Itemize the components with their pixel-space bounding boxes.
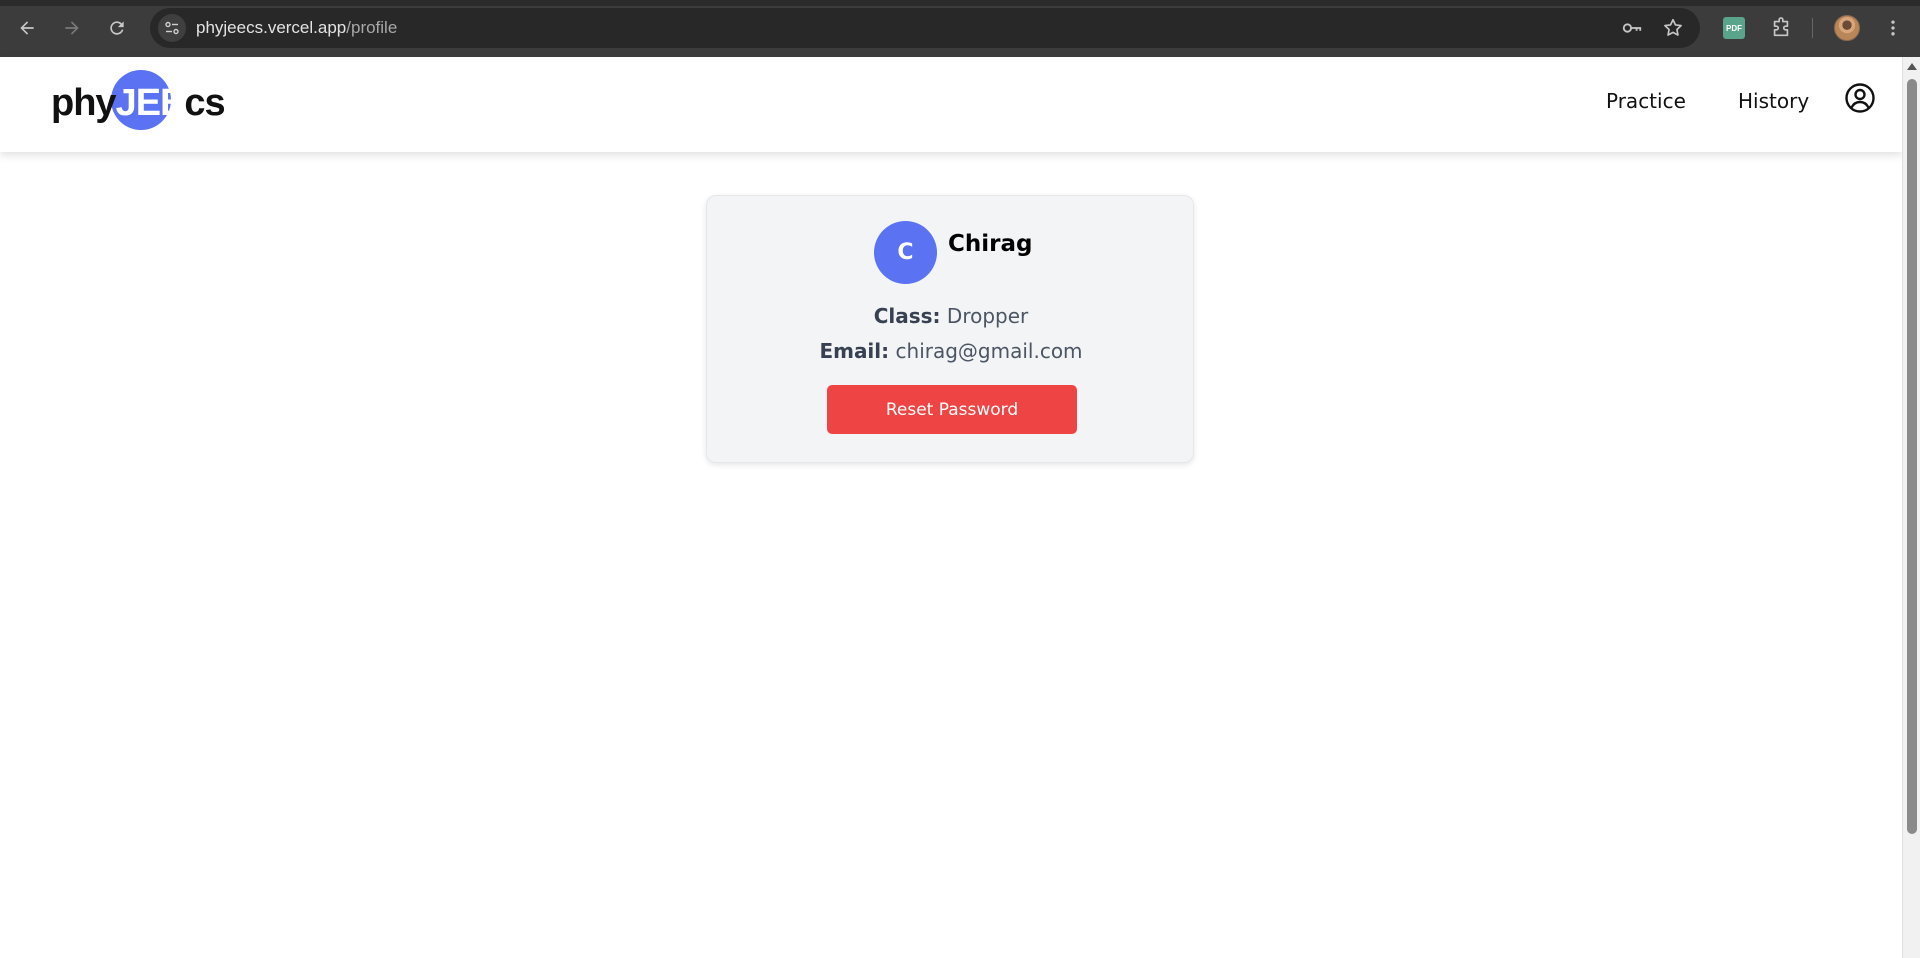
url-host: phyjeecs.vercel.app <box>196 18 347 37</box>
back-button[interactable] <box>12 13 42 43</box>
site-logo[interactable]: phyJEEcs <box>51 69 226 141</box>
address-bar[interactable]: phyjeecs.vercel.app/profile <box>150 8 1700 48</box>
scroll-thumb[interactable] <box>1907 79 1917 834</box>
pdf-extension-icon: PDF <box>1723 17 1745 39</box>
site-header: phyJEEcs Practice History <box>0 57 1902 152</box>
page-content: phyJEEcs Practice History C Chirag Class… <box>0 57 1902 958</box>
email-value: chirag@gmail.com <box>895 339 1083 363</box>
site-info-button[interactable] <box>158 14 186 42</box>
key-icon <box>1622 23 1642 33</box>
profile-class-row: Class: Dropper <box>707 304 1195 328</box>
browser-toolbar: phyjeecs.vercel.app/profile PDF <box>0 0 1920 57</box>
star-icon <box>1664 18 1682 36</box>
back-arrow-icon <box>20 21 34 35</box>
puzzle-extension-icon <box>1773 17 1789 37</box>
toolbar-divider <box>1812 18 1813 38</box>
profile-card: C Chirag Class: Dropper Email: chirag@gm… <box>706 195 1194 463</box>
profile-email-row: Email: chirag@gmail.com <box>707 339 1195 363</box>
profile-avatar-icon <box>1834 15 1860 41</box>
scroll-up-arrow-icon[interactable] <box>1907 63 1917 70</box>
tab-strip <box>0 0 1920 6</box>
user-profile-button[interactable] <box>1844 82 1876 114</box>
forward-button[interactable] <box>57 13 87 43</box>
avatar: C <box>874 221 937 284</box>
extensions-button[interactable] <box>1767 14 1795 42</box>
site-info-icon <box>165 21 179 35</box>
page-scrollbar[interactable] <box>1902 57 1920 958</box>
class-value: Dropper <box>946 304 1029 328</box>
url-path: /profile <box>346 18 398 37</box>
nav-practice-link[interactable]: Practice <box>1606 89 1686 113</box>
reload-icon <box>110 21 124 35</box>
forward-arrow-icon <box>65 21 79 35</box>
pdf-extension-button[interactable]: PDF <box>1720 14 1748 42</box>
url-text[interactable]: phyjeecs.vercel.app/profile <box>196 18 397 38</box>
password-key-button[interactable] <box>1621 17 1643 39</box>
browser-menu-button[interactable] <box>1879 14 1907 42</box>
reload-button[interactable] <box>102 13 132 43</box>
profile-name: Chirag <box>948 231 1033 257</box>
bookmark-button[interactable] <box>1662 17 1684 39</box>
nav-history-link[interactable]: History <box>1738 89 1809 113</box>
reset-password-button[interactable]: Reset Password <box>827 385 1077 434</box>
email-label: Email: <box>819 339 890 363</box>
kebab-menu-icon <box>1891 20 1895 36</box>
logo-text: phyJEEcs <box>51 82 226 124</box>
user-circle-icon <box>1845 83 1875 113</box>
class-label: Class: <box>873 304 941 328</box>
profile-button[interactable] <box>1833 14 1861 42</box>
